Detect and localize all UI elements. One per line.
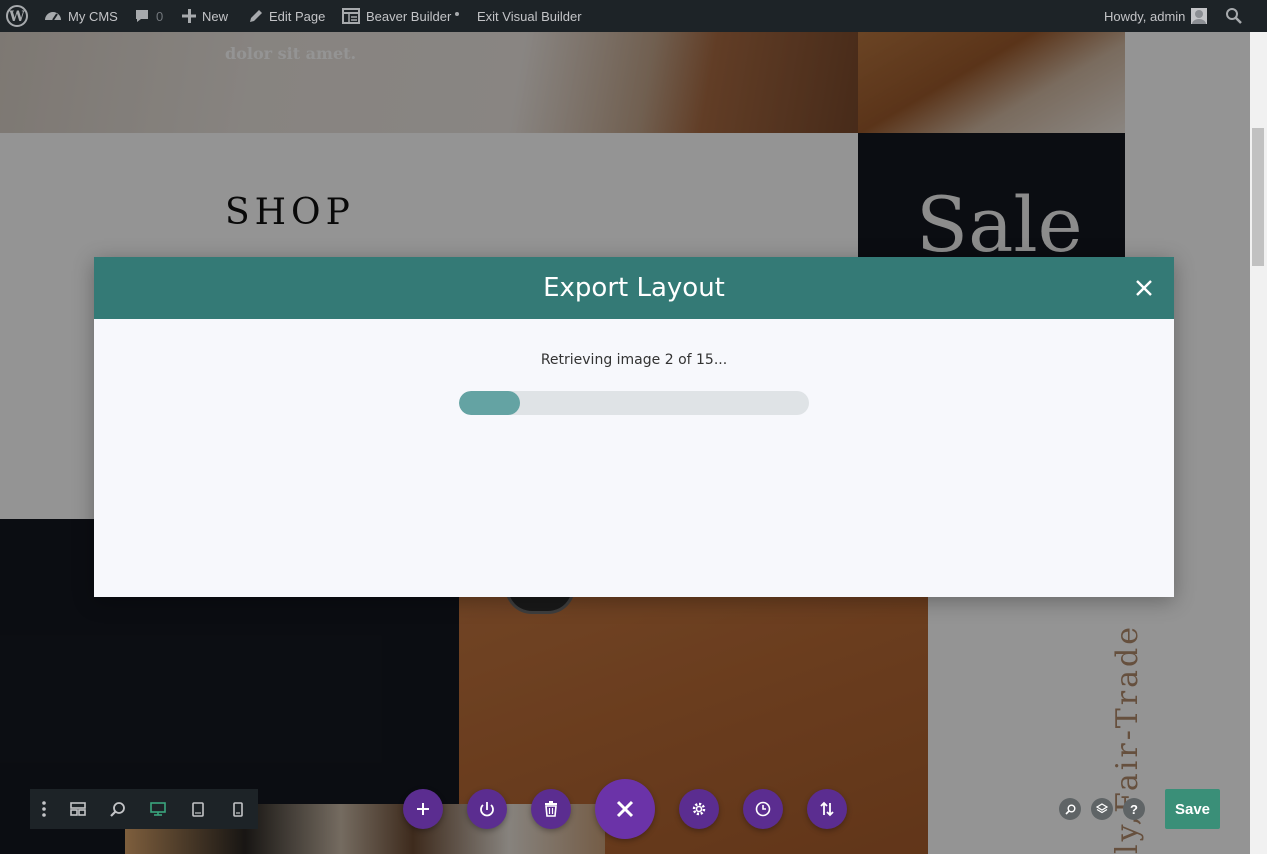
layout-icon	[342, 8, 360, 24]
exit-label: Exit Visual Builder	[477, 8, 582, 24]
search-icon[interactable]	[1225, 0, 1243, 32]
site-name-label: My CMS	[68, 8, 118, 24]
zoom-icon[interactable]	[1059, 798, 1081, 820]
tablet-view-icon[interactable]	[178, 789, 218, 829]
wireframe-icon[interactable]	[58, 789, 98, 829]
dashboard-icon	[44, 8, 62, 24]
unsaved-dot-icon	[455, 12, 460, 16]
clear-layout-button[interactable]	[531, 789, 571, 829]
dialog-title: Export Layout	[543, 273, 725, 303]
layers-icon[interactable]	[1091, 798, 1113, 820]
export-layout-dialog: Export Layout Retrieving image 2 of 15..…	[94, 257, 1174, 597]
help-icon[interactable]: ?	[1123, 798, 1145, 820]
save-button[interactable]: Save	[1165, 789, 1220, 829]
sort-icon	[820, 801, 834, 817]
account-menu[interactable]: Howdy, admin	[1104, 0, 1208, 32]
plus-icon	[417, 803, 429, 815]
edit-page-label: Edit Page	[269, 8, 326, 24]
layers-sort-button[interactable]	[807, 789, 847, 829]
new-label: New	[202, 8, 229, 24]
exit-visual-builder-link[interactable]: Exit Visual Builder	[477, 0, 582, 32]
help-glyph: ?	[1130, 801, 1138, 817]
export-status-text: Retrieving image 2 of 15...	[540, 352, 728, 368]
clock-icon	[755, 801, 771, 817]
pencil-icon	[249, 9, 263, 23]
close-menu-button[interactable]	[595, 779, 655, 839]
page-scrollbar[interactable]	[1250, 32, 1267, 854]
wordpress-logo-icon[interactable]: W	[6, 0, 28, 32]
howdy-label: Howdy, admin	[1104, 8, 1186, 24]
avatar	[1191, 8, 1208, 24]
close-icon[interactable]	[1132, 276, 1156, 300]
power-icon	[480, 802, 494, 817]
add-module-button[interactable]	[403, 789, 443, 829]
close-icon	[616, 800, 634, 818]
zoom-icon[interactable]	[98, 789, 138, 829]
desktop-view-icon[interactable]	[138, 789, 178, 829]
export-progress-bar	[459, 391, 809, 415]
export-progress-fill	[459, 391, 521, 415]
device-toolbar	[30, 789, 258, 829]
trash-icon	[545, 801, 557, 817]
portability-button[interactable]	[467, 789, 507, 829]
more-options-icon[interactable]	[30, 789, 58, 829]
edit-page-link[interactable]: Edit Page	[249, 0, 325, 32]
phone-view-icon[interactable]	[218, 789, 258, 829]
comments-link[interactable]: 0	[134, 0, 163, 32]
page-settings-button[interactable]	[679, 789, 719, 829]
history-button[interactable]	[743, 789, 783, 829]
gear-icon	[692, 802, 706, 816]
scrollbar-thumb[interactable]	[1252, 128, 1264, 266]
admin-bar: W My CMS 0 New Edit Page Beaver Builder …	[0, 0, 1267, 32]
beaver-builder-link[interactable]: Beaver Builder	[342, 0, 460, 32]
dialog-header: Export Layout	[94, 257, 1174, 319]
new-content-link[interactable]: New	[182, 0, 228, 32]
svg-text:W: W	[8, 9, 25, 25]
comments-count: 0	[156, 8, 164, 24]
site-name-link[interactable]: My CMS	[44, 0, 118, 32]
builder-label: Beaver Builder	[366, 8, 452, 24]
plus-icon	[182, 9, 196, 23]
comment-icon	[134, 8, 150, 24]
